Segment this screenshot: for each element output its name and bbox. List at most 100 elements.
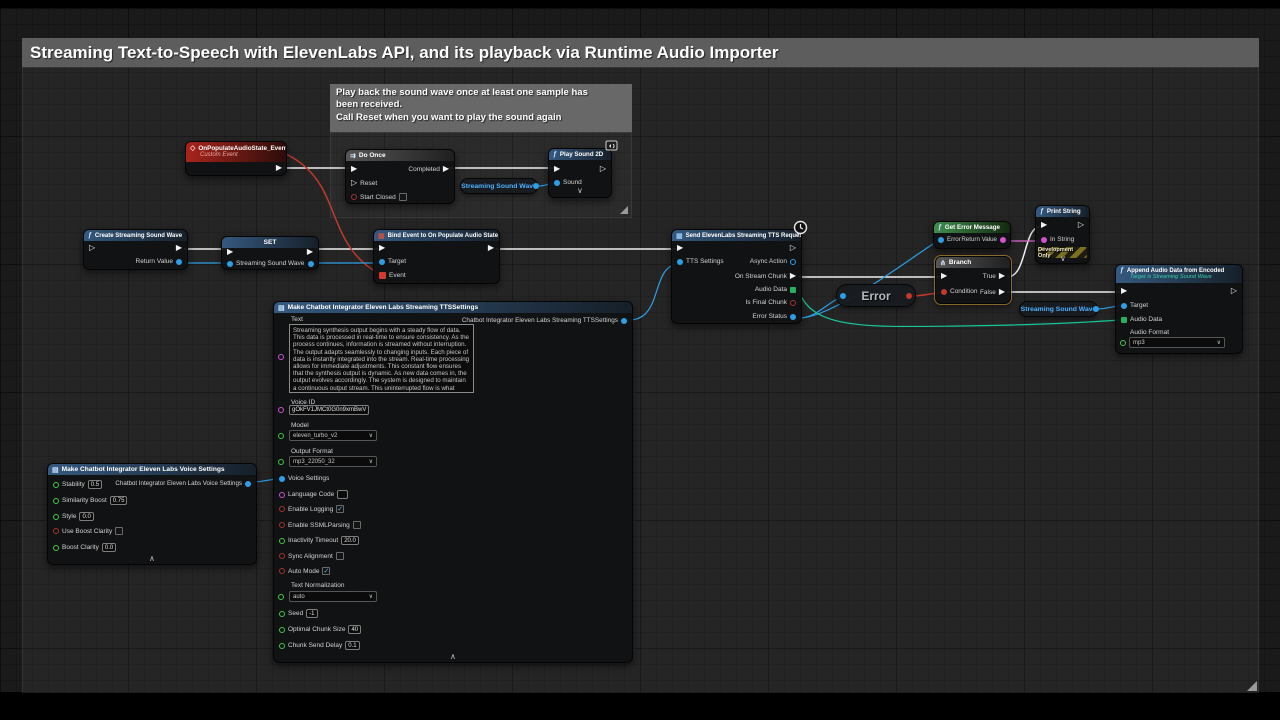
inactivity-timeout-pin[interactable] [279, 538, 285, 544]
enable-logging-pin[interactable] [279, 506, 285, 512]
node-create-streaming-sound-wave[interactable]: ƒ Create Streaming Sound Wave ▷ ▶ Return… [83, 229, 188, 270]
node-append-audio-data-from-encoded[interactable]: ƒ Append Audio Data from Encoded Target … [1115, 264, 1243, 354]
start-closed-checkbox[interactable] [399, 193, 407, 201]
similarity-boost-pin[interactable] [53, 498, 59, 504]
input-pin[interactable] [840, 293, 846, 299]
seed-input[interactable]: -1 [306, 609, 317, 618]
audio-format-pin[interactable] [1120, 340, 1126, 346]
exec-out-pin[interactable]: ▷ [600, 165, 606, 173]
error-pin[interactable] [938, 237, 944, 243]
stability-input[interactable]: 0.5 [88, 480, 102, 489]
text-pin[interactable] [278, 354, 284, 360]
text-normalization-pin[interactable] [278, 594, 284, 600]
target-pin[interactable] [1121, 303, 1127, 309]
in-string-pin[interactable] [1041, 237, 1047, 243]
node-get-error-message[interactable]: ƒ Get Error Message Error Return Value [933, 221, 1011, 249]
exec-in-pin[interactable]: ▶ [1041, 221, 1047, 229]
audio-format-dropdown[interactable]: mp3 ∨ [1129, 337, 1225, 348]
output-pin[interactable] [621, 318, 627, 324]
style-input[interactable]: 0.0 [79, 512, 93, 521]
exec-in-pin[interactable]: ▶ [677, 244, 683, 252]
node-branch[interactable]: ⋔ Branch ▶ True ▶ Condition False ▶ [935, 256, 1011, 304]
text-input[interactable]: Streaming synthesis output begins with a… [289, 324, 474, 393]
exec-out-pin[interactable]: ▶ [276, 164, 282, 172]
node-play-sound-2d[interactable]: ƒ Play Sound 2D ▶ ▷ Sound ∨ [548, 148, 612, 198]
enable-ssml-pin[interactable] [279, 522, 285, 528]
voice-id-pin[interactable] [278, 407, 284, 413]
node-onpopulateaudiostate-event[interactable]: ◇ OnPopulateAudioState_Event Custom Even… [185, 141, 287, 176]
target-pin[interactable] [379, 259, 385, 265]
expand-chevron-icon[interactable]: ∨ [577, 187, 583, 195]
variable-streaming-sound-wave[interactable]: Streaming Sound Wave [460, 178, 538, 194]
return-value-pin[interactable] [176, 259, 182, 265]
completed-pin[interactable]: ▶ [443, 165, 449, 173]
auto-mode-checkbox[interactable]: ✓ [322, 567, 330, 575]
output-format-pin[interactable] [278, 459, 284, 465]
output-pin[interactable] [906, 293, 912, 299]
chunk-send-delay-input[interactable]: 0.1 [345, 641, 359, 650]
exec-out-pin[interactable]: ▷ [1231, 287, 1237, 295]
voice-settings-pin[interactable] [279, 476, 285, 482]
language-code-input[interactable] [337, 490, 348, 499]
node-make-voice-settings[interactable]: ▤ Make Chatbot Integrator Eleven Labs Vo… [47, 463, 257, 565]
model-dropdown[interactable]: eleven_turbo_v2 ∨ [289, 430, 377, 441]
true-pin[interactable]: ▶ [999, 272, 1005, 280]
node-set-streaming-sound-wave[interactable]: SET ▶ ▶ Streaming Sound Wave [221, 236, 319, 270]
exec-in-pin[interactable]: ▶ [554, 165, 560, 173]
audio-data-pin[interactable] [1121, 317, 1127, 323]
boost-clarity-input[interactable]: 0.0 [102, 543, 116, 552]
expand-chevron-icon[interactable]: ∨ [1060, 255, 1066, 263]
exec-out-pin[interactable]: ▶ [488, 244, 494, 252]
collapse-chevron-icon[interactable]: ∧ [149, 555, 155, 563]
output-pin[interactable] [533, 183, 539, 189]
collapse-chevron-icon[interactable]: ∧ [450, 653, 456, 661]
reset-pin[interactable]: ▷ [351, 179, 357, 187]
playback-comment-resize[interactable] [620, 206, 628, 214]
event-pin[interactable] [379, 272, 386, 279]
exec-out-pin[interactable]: ▶ [307, 248, 313, 256]
seed-pin[interactable] [279, 611, 285, 617]
error-status-pin[interactable] [790, 314, 796, 320]
comment-resize-handle[interactable] [1247, 681, 1257, 691]
async-action-pin[interactable] [790, 259, 796, 265]
condition-pin[interactable] [941, 289, 947, 295]
exec-out-pin[interactable]: ▶ [176, 244, 182, 252]
output-format-dropdown[interactable]: mp3_22050_32 ∨ [289, 456, 377, 467]
voice-id-input[interactable]: gOkFV1JMCt0G0n9xmBwV [289, 405, 369, 415]
model-pin[interactable] [278, 433, 284, 439]
output-pin[interactable] [1093, 306, 1099, 312]
exec-in-pin[interactable]: ▶ [351, 165, 357, 173]
sync-alignment-checkbox[interactable] [336, 552, 344, 560]
var-in-pin[interactable] [227, 261, 233, 267]
similarity-boost-input[interactable]: 0.75 [110, 496, 128, 505]
boost-clarity-pin[interactable] [53, 545, 59, 551]
exec-in-pin[interactable]: ▷ [89, 244, 95, 252]
auto-mode-pin[interactable] [279, 568, 285, 574]
start-closed-pin[interactable] [351, 194, 357, 200]
false-pin[interactable]: ▶ [999, 288, 1005, 296]
exec-in-pin[interactable]: ▶ [1121, 287, 1127, 295]
exec-in-pin[interactable]: ▶ [941, 272, 947, 280]
node-make-streaming-ttssettings[interactable]: ▤ Make Chatbot Integrator Eleven Labs St… [273, 301, 633, 663]
main-comment-title[interactable]: Streaming Text-to-Speech with ElevenLabs… [22, 38, 1259, 67]
style-pin[interactable] [53, 514, 59, 520]
optimal-chunk-size-input[interactable]: 40 [348, 625, 361, 634]
use-boost-clarity-pin[interactable] [53, 528, 59, 534]
inactivity-timeout-input[interactable]: 20.0 [341, 536, 359, 545]
language-code-pin[interactable] [279, 492, 285, 498]
use-boost-clarity-checkbox[interactable] [115, 527, 123, 535]
sync-alignment-pin[interactable] [279, 553, 285, 559]
exec-in-pin[interactable]: ▶ [379, 244, 385, 252]
tts-settings-pin[interactable] [677, 259, 683, 265]
is-final-chunk-pin[interactable] [790, 300, 796, 306]
playback-comment-title[interactable]: Play back the sound wave once at least o… [330, 84, 632, 132]
text-normalization-dropdown[interactable]: auto ∨ [289, 591, 377, 602]
optimal-chunk-size-pin[interactable] [279, 627, 285, 633]
variable-streaming-sound-wave-2[interactable]: Streaming Sound Wave [1019, 301, 1098, 317]
node-bind-event-on-populate-audio-state[interactable]: ▦ Bind Event to On Populate Audio State … [373, 229, 500, 284]
error-reroute-node[interactable]: Error [836, 284, 916, 307]
sound-pin[interactable] [554, 180, 560, 186]
node-print-string[interactable]: ƒ Print String ▶ ▷ In String Development… [1035, 205, 1090, 264]
exec-in-pin[interactable]: ▶ [227, 248, 233, 256]
output-pin[interactable] [245, 481, 251, 487]
